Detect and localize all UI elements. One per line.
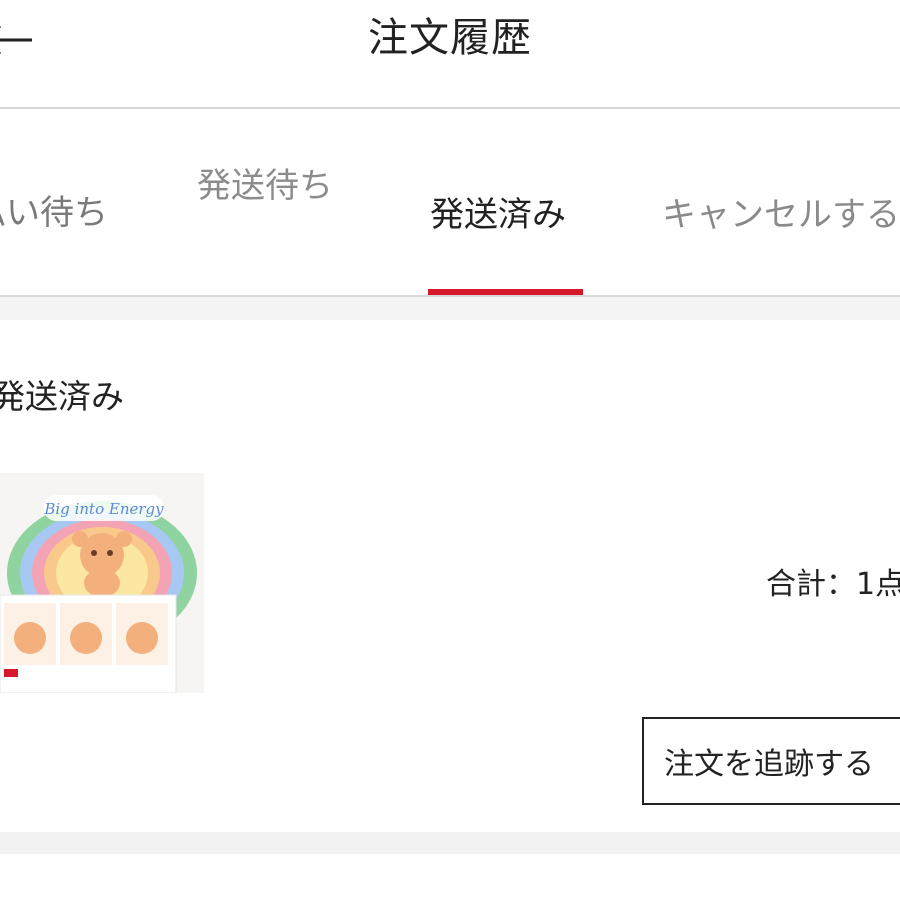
order-total: 合計：1点 [766, 567, 900, 602]
tab-cancel[interactable]: キャンセルする [662, 193, 900, 237]
tab-shipped[interactable]: 発送済み [430, 193, 566, 237]
product-image[interactable]: Big into Energy [0, 473, 204, 693]
active-tab-indicator [428, 289, 583, 295]
tab-awaiting-shipment[interactable]: 発送待ち [197, 164, 333, 208]
product-image-text: Big into Energy [43, 500, 164, 518]
top-bar: 注文履歴 [0, 0, 900, 109]
order-status-tabs: 払い待ち 発送待ち 発送済み キャンセルする [0, 109, 900, 297]
section-divider-bottom [0, 832, 900, 854]
section-divider [0, 297, 900, 320]
tab-awaiting-payment[interactable]: 払い待ち [0, 191, 108, 235]
order-status-label: 発送済み [0, 377, 124, 416]
next-card-area [0, 854, 900, 900]
page-title: 注文履歴 [368, 15, 532, 61]
order-card: 発送済み Big into Energy 合計：1点 注文を追跡する [0, 320, 900, 832]
track-order-button[interactable]: 注文を追跡する [642, 717, 900, 805]
